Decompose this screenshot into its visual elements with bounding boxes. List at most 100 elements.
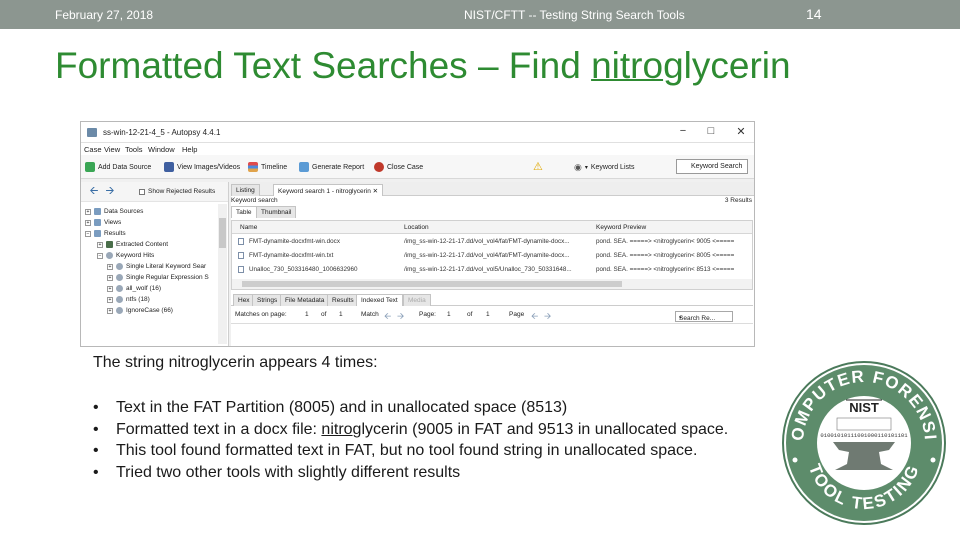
tree-node-ignorecase[interactable]: + IgnoreCase (66) (107, 307, 173, 314)
magnifier-icon (116, 263, 123, 270)
keyword-lists-button[interactable]: ◉ ▾ Keyword Lists (574, 162, 634, 173)
show-rejected-checkbox[interactable]: Show Rejected Results (139, 188, 215, 195)
view-images-videos-button[interactable]: View Images/Videos (164, 162, 240, 172)
indexed-text-viewer (231, 323, 753, 346)
column-name[interactable]: Name (240, 224, 257, 231)
search-results-dropdown[interactable]: Search Re... ▾ (675, 311, 733, 322)
tree-node-label: Data Sources (104, 208, 144, 215)
tree-node-keyword-hits[interactable]: − Keyword Hits (97, 252, 154, 259)
magnifier-icon (116, 307, 123, 314)
table-hscrollbar[interactable] (232, 279, 752, 289)
match-total: 1 (339, 311, 343, 318)
menu-view[interactable]: View (104, 145, 120, 154)
page-total: 1 (486, 311, 490, 318)
tab-media[interactable]: Media (403, 294, 431, 306)
menu-case[interactable]: Case (84, 145, 102, 154)
expand-icon: + (107, 296, 113, 303)
expand-icon: + (97, 241, 103, 248)
close-case-button[interactable]: Close Case (374, 162, 423, 172)
tab-thumbnail[interactable]: Thumbnail (256, 206, 297, 218)
tree-node-all-wolf[interactable]: + all_wolf (16) (107, 285, 161, 292)
header-center-text: NIST/CFTT -- Testing String Search Tools (464, 8, 685, 22)
add-data-source-button[interactable]: Add Data Source (85, 162, 151, 172)
tab-keyword-search[interactable]: Keyword search 1 - nitroglycerin ✕ (273, 184, 384, 196)
tree-node-single-literal[interactable]: + Single Literal Keyword Sear (107, 263, 206, 270)
results-pane: Listing Keyword search 1 - nitroglycerin… (231, 182, 754, 346)
window-titlebar: ss-win-12-21-4_5 - Autopsy 4.4.1 − □ ✕ (81, 122, 754, 143)
seal-dot-right (930, 457, 936, 463)
collapse-icon: − (85, 230, 91, 237)
autopsy-app-icon (87, 128, 97, 137)
tree-node-label: Keyword Hits (116, 252, 155, 259)
expand-icon: + (107, 307, 113, 314)
generate-report-button[interactable]: Generate Report (299, 162, 364, 172)
matches-on-page-label: Matches on page: (235, 311, 287, 318)
forward-arrow-icon[interactable]: 🡪 (103, 186, 117, 198)
tree-node-results[interactable]: − Results (85, 230, 126, 237)
close-tab-icon[interactable]: ✕ (373, 188, 378, 195)
back-arrow-icon[interactable]: 🡨 (87, 186, 101, 198)
chevron-down-icon: ▾ (679, 315, 682, 321)
add-icon (85, 162, 95, 172)
column-location[interactable]: Location (404, 224, 429, 231)
file-icon (238, 266, 244, 273)
scrollbar-thumb[interactable] (219, 218, 226, 248)
match-navigation-row: Matches on page: 1 of 1 Match 🡨 🡪 Page: … (231, 308, 753, 322)
tree-node-data-sources[interactable]: + Data Sources (85, 208, 143, 215)
minimize-button[interactable]: − (674, 125, 692, 137)
page-number: 14 (806, 6, 822, 22)
seal-nist-logo: NIST (849, 400, 879, 415)
tree-node-views[interactable]: + Views (85, 219, 121, 226)
warning-icon[interactable]: ⚠ (533, 160, 543, 173)
table-row[interactable]: FMT-dynamite-docxfmt-win.txt /img_ss-win… (232, 249, 752, 262)
tree-node-label: all_wolf (16) (126, 285, 162, 292)
search-results-label: Search Re... (679, 315, 716, 322)
cell-preview: pond. SEA. =====> <nitroglycerin< 8005 <… (596, 252, 735, 259)
column-keyword-preview[interactable]: Keyword Preview (596, 224, 646, 231)
keyword-search-box[interactable]: Keyword Search (676, 159, 748, 174)
page-nav-label: Page (509, 311, 525, 318)
tree-node-ntfs[interactable]: + ntfs (18) (107, 296, 150, 303)
table-header: Name Location Keyword Preview (232, 221, 752, 234)
maximize-button[interactable]: □ (702, 125, 720, 137)
tree-node-single-regex[interactable]: + Single Regular Expression S (107, 274, 209, 281)
folder-icon (106, 241, 113, 248)
timeline-button[interactable]: Timeline (248, 162, 287, 172)
menu-window[interactable]: Window (148, 145, 175, 154)
bullet-item: Tried two other tools with slightly diff… (93, 462, 733, 484)
toolbar: Add Data Source View Images/Videos Timel… (81, 155, 754, 179)
expand-icon: + (85, 208, 91, 215)
menu-help[interactable]: Help (182, 145, 197, 154)
tab-listing[interactable]: Listing (231, 184, 260, 196)
cell-preview: pond. SEA. =====> <nitroglycerin< 9005 <… (596, 238, 735, 245)
scrollbar-thumb[interactable] (242, 281, 622, 287)
tab-strings[interactable]: Strings (252, 294, 283, 306)
close-window-button[interactable]: ✕ (732, 125, 750, 138)
tab-keyword-search-label: Keyword search 1 - nitroglycerin (278, 188, 371, 195)
tab-indexed-text[interactable]: Indexed Text (356, 294, 403, 306)
tree-nav-row: 🡨 🡪 Show Rejected Results (81, 182, 228, 202)
header-date: February 27, 2018 (55, 8, 154, 22)
cell-preview: pond. SEA. =====> <nitroglycerin< 8513 <… (596, 266, 735, 273)
title-underlined: nitro (591, 45, 664, 86)
bullet-item: Text in the FAT Partition (8005) and in … (93, 397, 733, 419)
tree-node-label: IgnoreCase (66) (126, 307, 173, 314)
table-row[interactable]: Unalloc_730_503316480_1006632960 /img_ss… (232, 263, 752, 276)
tree-node-extracted-content[interactable]: + Extracted Content (97, 241, 168, 248)
magnifier-icon (116, 274, 123, 281)
tab-results[interactable]: Results (327, 294, 359, 306)
result-tabs: Listing Keyword search 1 - nitroglycerin… (231, 182, 754, 196)
keyword-search-info: Keyword search 3 Results (231, 196, 754, 206)
tab-file-metadata[interactable]: File Metadata (280, 294, 330, 306)
tree-scrollbar[interactable] (218, 204, 227, 344)
keyword-lists-label: Keyword Lists (590, 164, 635, 171)
close-case-label: Close Case (387, 163, 424, 171)
bullet-underlined: nitro (321, 420, 353, 438)
table-row[interactable]: FMT-dynamite-docxfmt-win.docx /img_ss-wi… (232, 235, 752, 248)
tree-node-label: Single Regular Expression S (126, 274, 209, 281)
expand-icon: + (107, 274, 113, 281)
tab-table[interactable]: Table (231, 206, 257, 218)
menu-tools[interactable]: Tools (125, 145, 143, 154)
database-icon (94, 208, 101, 215)
seal-dot-left (792, 457, 798, 463)
